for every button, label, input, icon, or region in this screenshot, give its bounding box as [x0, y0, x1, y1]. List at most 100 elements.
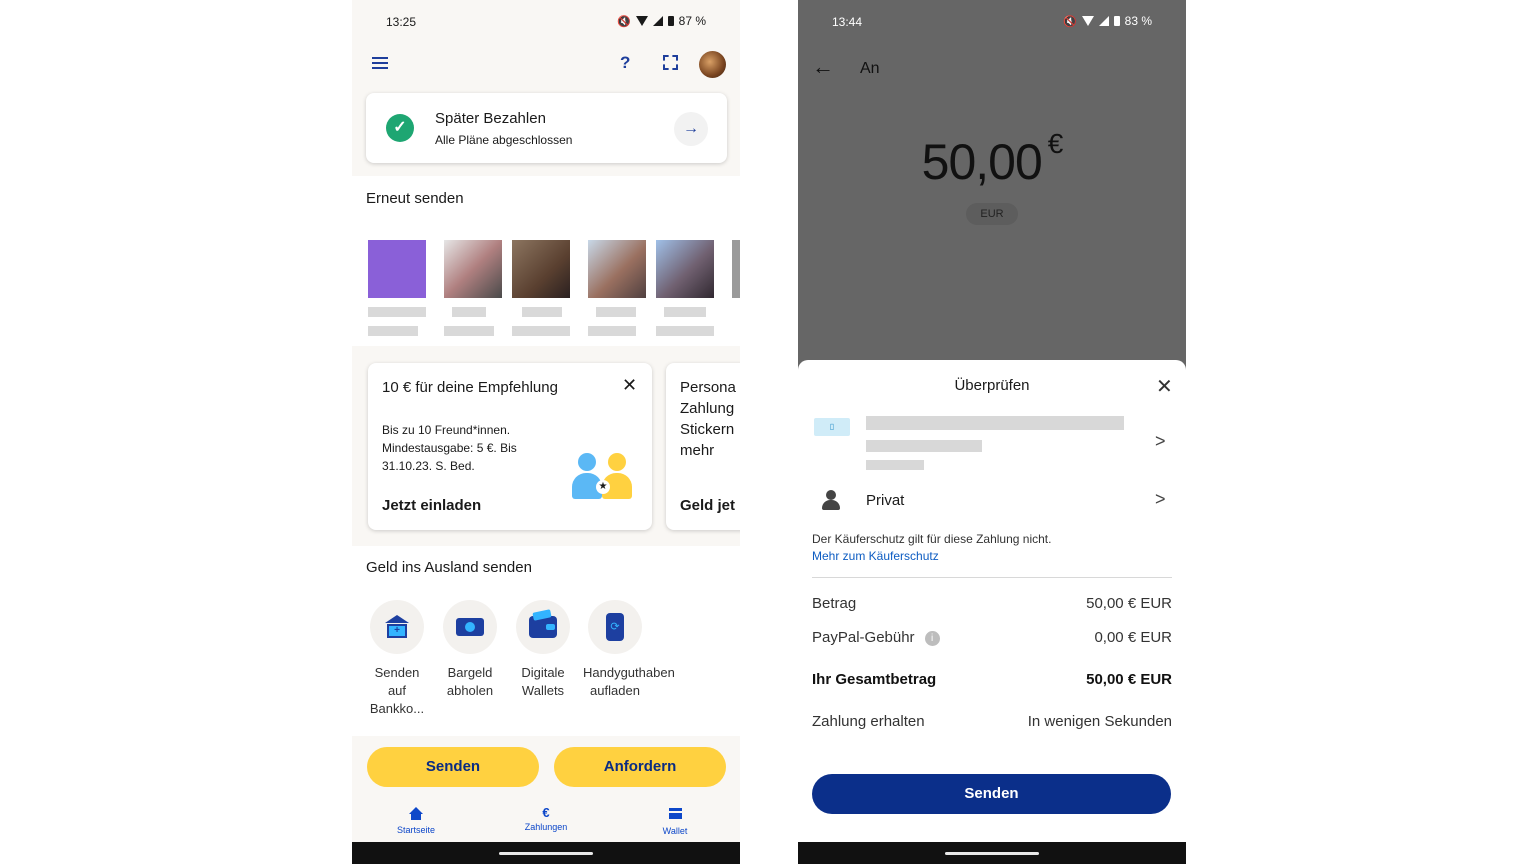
close-icon[interactable]: ✕	[622, 375, 637, 396]
row-value: 0,00 € EUR	[1094, 629, 1172, 646]
pay-later-title: Später Bezahlen	[435, 110, 546, 127]
nav-home-label: Startseite	[396, 825, 436, 835]
send-button[interactable]: Senden	[812, 774, 1171, 814]
battery-level: 87 %	[678, 14, 706, 28]
star-icon: ★	[596, 480, 610, 494]
currency-symbol: €	[1047, 128, 1064, 159]
recipient-detail-redacted	[866, 460, 924, 470]
referral-promo-card[interactable]: 10 € für deine Empfehlung ✕ Bis zu 10 Fr…	[368, 363, 652, 530]
buyer-protection-link[interactable]: Mehr zum Käuferschutz	[812, 549, 939, 563]
personalize-promo-card[interactable]: Persona Zahlung Stickern mehr Geld jet	[666, 363, 740, 530]
home-icon	[409, 807, 423, 820]
help-icon[interactable]: ?	[620, 53, 630, 73]
resend-contact-avatar[interactable]	[732, 240, 740, 298]
review-sheet: Überprüfen ✕ ▯ > Privat > Der Käuferschu…	[798, 360, 1186, 864]
battery-level: 83 %	[1124, 14, 1152, 28]
send-button[interactable]: Senden	[367, 747, 539, 787]
top-bar: ?	[352, 46, 740, 82]
nav-payments-label: Zahlungen	[524, 822, 568, 832]
row-key: Zahlung erhalten	[812, 713, 925, 730]
signal-icon	[652, 16, 663, 26]
wifi-icon	[635, 16, 648, 26]
card-icon: ▯	[814, 418, 850, 436]
recipient-detail-redacted	[866, 440, 982, 452]
pay-later-card[interactable]: ✓ Später Bezahlen Alle Pläne abgeschloss…	[366, 93, 727, 163]
resend-contact-name	[664, 307, 706, 317]
buyer-protection-notice: Der Käuferschutz gilt für diese Zahlung …	[812, 532, 1052, 546]
request-button[interactable]: Anfordern	[554, 747, 726, 787]
amount-display: 50,00 €	[798, 128, 1186, 191]
promo-title: Persona Zahlung Stickern mehr	[680, 379, 736, 459]
qr-scan-icon[interactable]	[663, 55, 678, 70]
row-value: 50,00 € EUR	[1086, 671, 1172, 688]
resend-contact-avatar[interactable]	[444, 240, 502, 298]
summary-row-total: Ihr Gesamtbetrag 50,00 € EUR	[812, 671, 1172, 691]
invite-now-link[interactable]: Jetzt einladen	[382, 497, 481, 514]
status-time: 13:25	[386, 15, 417, 29]
row-value: In wenigen Sekunden	[1027, 713, 1172, 730]
resend-title: Erneut senden	[366, 190, 464, 207]
cash-icon	[456, 618, 484, 636]
abroad-item-label: Digitale Wallets	[521, 665, 565, 698]
menu-icon[interactable]	[372, 57, 388, 69]
paypal-home-screen: 13:25 🔇 87 % ? ✓ Später Bezahlen Alle Pl…	[352, 0, 740, 864]
chevron-right-icon[interactable]: >	[1155, 431, 1166, 452]
row-value: 50,00 € EUR	[1086, 595, 1172, 612]
paypal-review-screen: 13:44 🔇 83 % ← An 50,00 € EUR Überprüfen …	[798, 0, 1186, 864]
row-key: Betrag	[812, 595, 857, 612]
recipient-to-label: An	[860, 60, 880, 77]
resend-contact-name	[444, 326, 494, 336]
nav-payments[interactable]: € Zahlungen	[511, 804, 581, 832]
abroad-cash-pickup[interactable]: Bargeld abholen	[438, 600, 502, 700]
row-key: PayPal-Gebühr	[812, 629, 915, 646]
resend-contact-name	[512, 326, 570, 336]
amount-value: 50,00	[921, 134, 1043, 190]
chevron-right-icon[interactable]: >	[1155, 489, 1166, 510]
info-icon[interactable]: i	[924, 631, 940, 646]
row-key: Ihr Gesamtbetrag	[812, 671, 937, 688]
battery-icon	[1113, 16, 1120, 26]
summary-row: Zahlung erhalten In wenigen Sekunden	[812, 713, 1172, 733]
nav-home[interactable]: Startseite	[381, 804, 451, 835]
abroad-phone-topup[interactable]: ⟳ Handyguthaben aufladen	[583, 600, 675, 700]
abroad-bank-transfer[interactable]: + Senden auf Bankko...	[365, 600, 429, 718]
recipient-name-redacted	[866, 416, 1124, 430]
resend-contact-name	[368, 307, 426, 317]
nav-wallet[interactable]: Wallet	[640, 804, 710, 836]
resend-contact-name	[656, 326, 714, 336]
status-bar: 13:44 🔇 83 %	[798, 0, 1186, 44]
promo-cta-link[interactable]: Geld jet	[680, 497, 735, 514]
signal-icon	[1098, 16, 1109, 26]
resend-contact-avatar[interactable]	[588, 240, 646, 298]
promo-body: Bis zu 10 Freund*innen. Mindestausgabe: …	[382, 423, 517, 473]
phone-topup-icon: ⟳	[606, 613, 624, 641]
resend-contact-avatar[interactable]	[368, 240, 426, 298]
wifi-icon	[1081, 16, 1094, 26]
sheet-title: Überprüfen	[954, 377, 1030, 394]
close-icon[interactable]: ✕	[1156, 374, 1173, 399]
promo-title: 10 € für deine Empfehlung	[382, 379, 558, 396]
gesture-bar	[352, 842, 740, 864]
summary-row: Betrag 50,00 € EUR	[812, 595, 1172, 615]
check-icon: ✓	[386, 114, 414, 142]
profile-avatar[interactable]	[699, 51, 726, 78]
resend-contact-avatar[interactable]	[512, 240, 570, 298]
abroad-digital-wallets[interactable]: Digitale Wallets	[511, 600, 575, 700]
currency-selector[interactable]: EUR	[966, 203, 1018, 225]
back-arrow-icon[interactable]: ←	[812, 54, 834, 80]
mute-icon: 🔇	[616, 15, 631, 28]
arrow-right-icon[interactable]: →	[674, 112, 708, 146]
resend-contact-avatar[interactable]	[656, 240, 714, 298]
euro-icon: €	[542, 805, 550, 820]
resend-contact-name	[588, 326, 636, 336]
status-bar: 13:25 🔇 87 %	[352, 0, 740, 44]
bank-icon: +	[385, 615, 409, 639]
abroad-item-label: Handyguthaben aufladen	[583, 665, 675, 698]
payment-type-label: Privat	[866, 492, 905, 509]
wallet-icon	[529, 616, 557, 638]
resend-contact-name	[522, 307, 562, 317]
person-icon	[822, 490, 840, 510]
abroad-title: Geld ins Ausland senden	[366, 559, 532, 576]
resend-contact-name	[368, 326, 418, 336]
divider	[812, 577, 1172, 578]
